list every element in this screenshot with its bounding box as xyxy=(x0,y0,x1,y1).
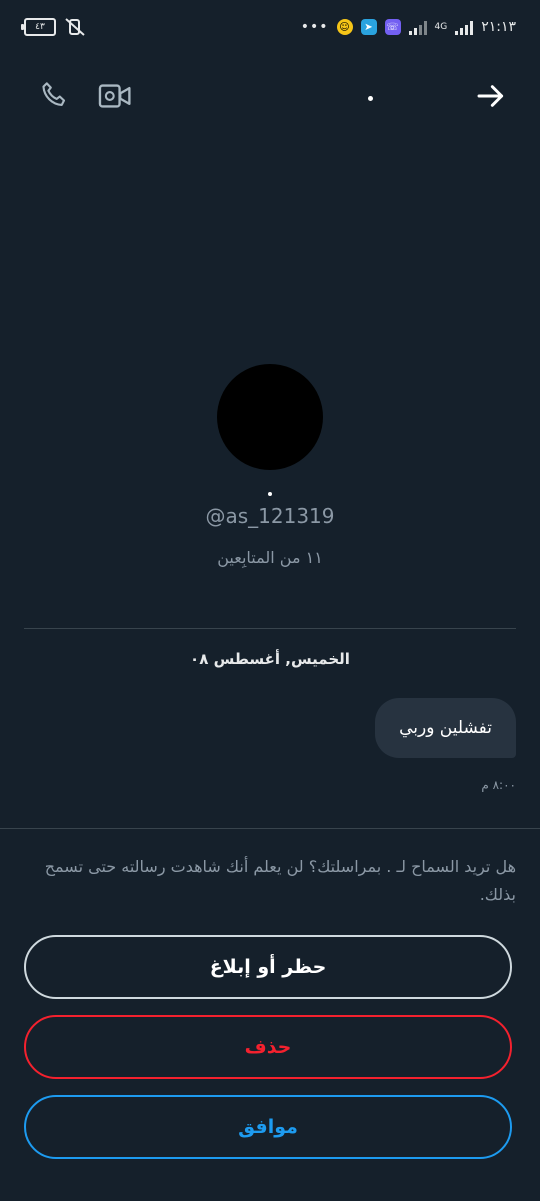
more-notifications-icon: ••• xyxy=(300,19,329,35)
signal-icon-2 xyxy=(455,19,474,35)
request-notice: هل تريد السماح لـ . بمراسلتك؟ لن يعلم أن… xyxy=(44,857,516,904)
accept-button[interactable]: موافق xyxy=(24,1095,512,1159)
status-right: ••• ☺ ➤ ☏ 4G ٢١:١٣ xyxy=(301,19,516,35)
conversation-date: الخميس, أغسطس ٠٨ xyxy=(190,650,350,668)
telegram-icon: ➤ xyxy=(360,19,377,35)
status-bar: ٤٣ ••• ☺ ➤ ☏ 4G ٢١:١٣ xyxy=(0,0,540,54)
battery-icon: ٤٣ xyxy=(21,18,56,36)
profile-name[interactable] xyxy=(268,492,272,496)
delete-button[interactable]: حذف xyxy=(24,1015,512,1079)
back-arrow-icon[interactable] xyxy=(474,80,508,116)
emoji-app-icon: ☺ xyxy=(336,19,353,35)
avatar[interactable] xyxy=(217,364,323,470)
signal-icon xyxy=(408,19,427,35)
message-request-panel: هل تريد السماح لـ . بمراسلتك؟ لن يعلم أن… xyxy=(0,828,540,1201)
status-left: ٤٣ xyxy=(21,18,86,36)
divider xyxy=(24,628,516,629)
viber-icon: ☏ xyxy=(384,19,401,35)
header-title[interactable] xyxy=(368,96,373,101)
vibrate-mute-icon xyxy=(65,18,85,36)
network-type: 4G xyxy=(434,22,448,32)
battery-level: ٤٣ xyxy=(35,22,45,32)
profile-summary: @as_121319 ١١ من المتابِعين xyxy=(0,364,540,567)
phone-icon[interactable] xyxy=(38,80,70,116)
status-time: ٢١:١٣ xyxy=(481,19,516,35)
message-bubble[interactable]: تفشلين وربي xyxy=(375,698,516,758)
video-call-icon[interactable] xyxy=(98,80,132,116)
block-report-button[interactable]: حظر أو إبلاغ xyxy=(24,935,512,999)
followers-count: ١١ من المتابِعين xyxy=(217,548,323,567)
message-timestamp: ٨:٠٠ م xyxy=(481,778,516,792)
profile-handle[interactable]: @as_121319 xyxy=(0,504,540,528)
conversation-header xyxy=(0,68,540,124)
